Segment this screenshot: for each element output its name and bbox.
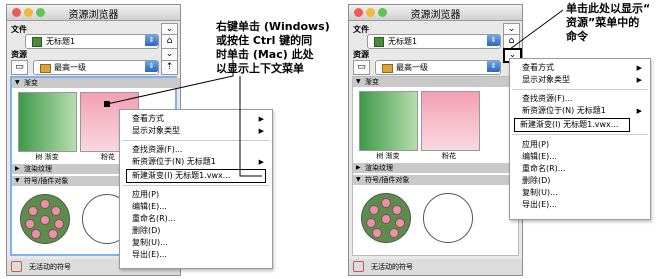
callout-lines-right xyxy=(509,9,564,50)
